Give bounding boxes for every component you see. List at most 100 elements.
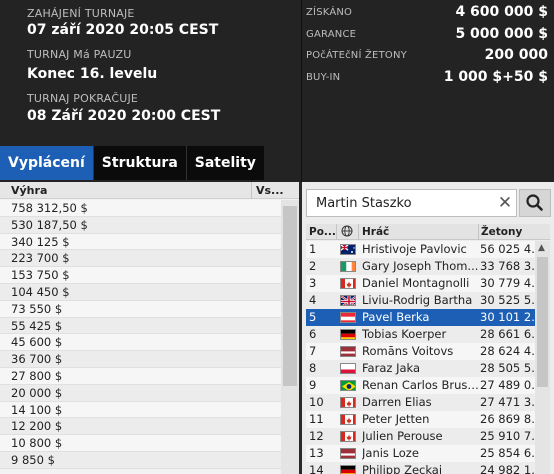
player-name: Peter Jetten	[362, 412, 430, 426]
payout-row: 27 800 $	[0, 367, 281, 385]
player-position: 1	[309, 242, 317, 256]
column-header-chips[interactable]: Žetony	[481, 226, 522, 238]
scrollbar-thumb[interactable]	[283, 206, 297, 386]
player-chips: 27 471 3...	[480, 395, 535, 409]
player-row[interactable]: 8 Faraz Jaka 28 505 5...	[306, 360, 535, 377]
player-search-input[interactable]	[307, 190, 492, 216]
flag-icon	[340, 244, 356, 255]
player-position: 5	[309, 310, 317, 324]
stat-value: 4 600 000 $	[455, 4, 548, 20]
stat-value: 5 000 000 $	[455, 26, 548, 42]
player-position: 9	[309, 378, 317, 392]
tab-satellites[interactable]: Satelity	[186, 146, 264, 180]
player-position: 2	[309, 259, 317, 273]
player-row[interactable]: 9 Renan Carlos Brusch27 489 0...	[306, 377, 535, 394]
column-divider	[251, 182, 252, 199]
player-row[interactable]: 13 Janis Loze 25 854 6...	[306, 445, 535, 462]
flag-icon	[340, 448, 356, 459]
stat-value: 200 000	[484, 47, 548, 63]
search-icon	[526, 194, 543, 211]
player-row[interactable]: 5 Pavel Berka 30 101 2...	[306, 309, 535, 326]
payout-table: Výhra Vs... 758 312,50 $530 187,50 $340 …	[0, 182, 299, 474]
flag-icon	[340, 380, 356, 391]
tournament-stats: ZÍSKÁNO 4 600 000 $ GARANCE 5 000 000 $ …	[301, 0, 554, 182]
player-position: 11	[309, 412, 324, 426]
payout-row: 73 550 $	[0, 300, 281, 318]
tab-payouts[interactable]: Vyplácení	[0, 146, 93, 180]
scroll-up-icon[interactable]: ▲	[538, 243, 545, 253]
payout-row: 20 000 $	[0, 384, 281, 402]
stat-row-guarantee: GARANCE 5 000 000 $	[306, 24, 548, 44]
player-position: 10	[309, 395, 324, 409]
player-row[interactable]: 12 Julien Perouse 25 910 7...	[306, 428, 535, 445]
player-row[interactable]: 1 Hristivoje Pavlovic 56 025 4...	[306, 241, 535, 258]
stat-label: GARANCE	[306, 29, 357, 40]
player-row[interactable]: 11 Peter Jetten 26 869 8...	[306, 411, 535, 428]
players-scrollbar[interactable]: ▲	[535, 241, 550, 474]
player-name: Renan Carlos Brusch	[362, 378, 480, 392]
stat-label: BUY-IN	[306, 72, 341, 83]
player-name: Faraz Jaka	[362, 361, 421, 375]
payout-row: 223 700 $	[0, 250, 281, 268]
player-chips: 24 982 1...	[480, 463, 535, 474]
player-chips: 33 768 3...	[480, 259, 535, 273]
player-chips: 25 854 6...	[480, 446, 535, 460]
player-row[interactable]: 10 Darren Elias 27 471 3...	[306, 394, 535, 411]
tab-bar: Vyplácení Struktura Satelity	[0, 146, 264, 180]
player-row[interactable]: 6 Tobias Koerper 28 661 6...	[306, 326, 535, 343]
flag-icon	[340, 261, 356, 272]
column-divider	[358, 224, 359, 240]
payout-row: 9 850 $	[0, 451, 281, 469]
column-header-vs[interactable]: Vs...	[256, 184, 284, 197]
payout-row: 530 187,50 $	[0, 216, 281, 234]
clear-icon[interactable]: ✕	[497, 194, 513, 212]
column-header-position[interactable]: Po...	[309, 226, 336, 238]
player-chips: 27 489 0...	[480, 378, 535, 392]
payout-row: 758 312,50 $	[0, 200, 281, 217]
search-button[interactable]	[519, 189, 551, 217]
player-row[interactable]: 7 Romāns Voitovs 28 624 4...	[306, 343, 535, 360]
column-header-prize[interactable]: Výhra	[11, 184, 47, 197]
flag-icon	[340, 465, 356, 474]
player-row[interactable]: 2 Gary Joseph Thom...33 768 3...	[306, 258, 535, 275]
player-chips: 56 025 4...	[480, 242, 535, 256]
stat-label: ZÍSKÁNO	[306, 7, 353, 18]
player-row[interactable]: 14 Philipp Zeckai 24 982 1...	[306, 462, 535, 474]
payout-row: 36 700 $	[0, 351, 281, 368]
column-divider	[478, 224, 479, 240]
search-box: ✕	[306, 189, 517, 217]
player-chips: 30 525 5...	[480, 293, 535, 307]
player-chips: 25 910 7...	[480, 429, 535, 443]
player-name: Daniel Montagnolli	[362, 276, 470, 290]
payout-row: 45 600 $	[0, 334, 281, 352]
stat-label: POčÁTEčNÍ ŽETONY	[306, 50, 407, 61]
players-list: 1 Hristivoje Pavlovic 56 025 4... 2 Gary Jos…	[306, 241, 535, 474]
players-panel: ✕ Po... Hráč Žetony 1 Hristivoje Pavlovic…	[302, 182, 554, 474]
payout-list: 758 312,50 $530 187,50 $340 125 $223 700…	[0, 200, 281, 474]
payout-row: 104 450 $	[0, 283, 281, 301]
scrollbar-thumb[interactable]	[537, 257, 548, 387]
player-chips: 26 869 8...	[480, 412, 535, 426]
player-name: Julien Perouse	[362, 429, 443, 443]
tab-structure[interactable]: Struktura	[93, 146, 186, 180]
player-position: 7	[309, 344, 317, 358]
flag-icon	[340, 397, 356, 408]
stat-value: 1 000 $+50 $	[443, 69, 548, 85]
pause-value: Konec 16. levelu	[27, 66, 158, 82]
flag-icon	[340, 312, 356, 323]
player-row[interactable]: 4 Liviu-Rodrig Bartha 30 525 5...	[306, 292, 535, 309]
payout-scrollbar[interactable]	[281, 200, 299, 474]
player-row[interactable]: 3 Daniel Montagnolli 30 779 4...	[306, 275, 535, 292]
payout-row: 340 125 $	[0, 233, 281, 251]
pause-label: TURNAJ Má PAUZU	[27, 48, 132, 61]
flag-icon	[340, 329, 356, 340]
payout-row: 55 425 $	[0, 317, 281, 335]
player-name: Tobias Koerper	[362, 327, 447, 341]
column-header-player[interactable]: Hráč	[362, 226, 389, 238]
start-label: ZAHÁJENÍ TURNAJE	[27, 7, 135, 20]
payout-row: 10 800 $	[0, 435, 281, 452]
globe-icon[interactable]	[341, 225, 353, 240]
player-position: 8	[309, 361, 317, 375]
flag-icon	[340, 363, 356, 374]
player-position: 3	[309, 276, 317, 290]
